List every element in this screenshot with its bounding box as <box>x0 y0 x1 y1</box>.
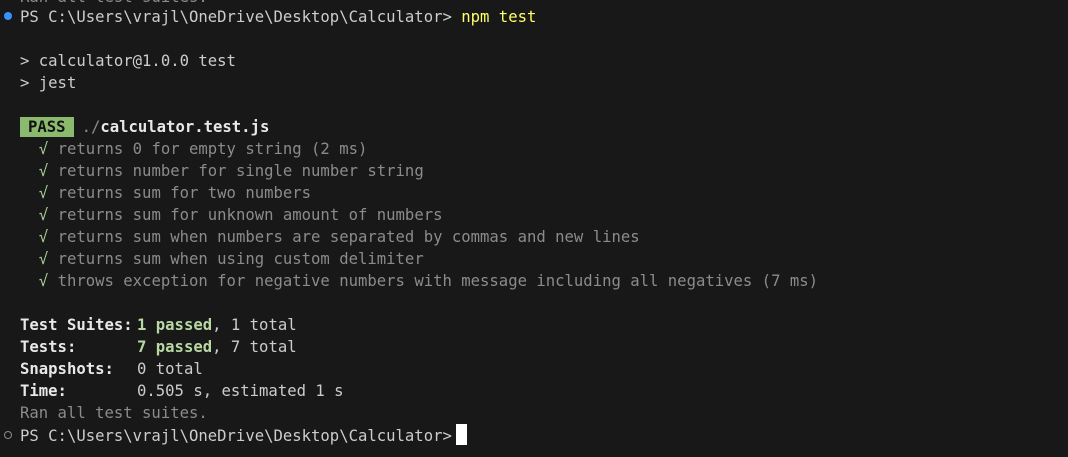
test-case-label: returns number for single number string <box>57 162 424 180</box>
test-case: √ returns sum when using custom delimite… <box>20 248 424 270</box>
summary-suites: Test Suites: 1 passed, 1 total <box>20 314 297 336</box>
check-icon: √ <box>38 206 49 224</box>
command-success-decoration-icon[interactable] <box>4 12 12 20</box>
test-file-result: PASS ./calculator.test.js <box>20 116 269 138</box>
check-icon: √ <box>38 162 49 180</box>
text-cursor <box>455 424 467 445</box>
summary-suites-passed: 1 passed <box>137 316 213 334</box>
test-case-label: returns 0 for empty string (2 ms) <box>57 140 368 158</box>
check-icon: √ <box>38 250 49 268</box>
prompt-line-2[interactable]: PS C:\Users\vrajl\OneDrive\Desktop\Calcu… <box>20 424 467 446</box>
summary-time-value: 0.505 s, estimated 1 s <box>137 382 344 400</box>
npm-script-command-line: > jest <box>20 74 77 92</box>
test-case: √ returns sum for unknown amount of numb… <box>20 204 443 226</box>
summary-tests-label: Tests: <box>20 338 77 356</box>
command-text: npm test <box>461 8 537 26</box>
test-case-label: returns sum when numbers are separated b… <box>57 228 640 246</box>
test-case: √ throws exception for negative numbers … <box>20 270 818 292</box>
test-case: √ returns sum for two numbers <box>20 182 311 204</box>
test-case: √ returns number for single number strin… <box>20 160 424 182</box>
check-icon: √ <box>38 272 49 290</box>
prompt-line-1: PS C:\Users\vrajl\OneDrive\Desktop\Calcu… <box>20 6 536 28</box>
command-pending-decoration-icon[interactable] <box>4 431 12 439</box>
check-icon: √ <box>38 140 49 158</box>
test-case-label: returns sum for unknown amount of number… <box>57 206 443 224</box>
summary-time: Time: 0.505 s, estimated 1 s <box>20 380 344 402</box>
summary-snapshots: Snapshots: 0 total <box>20 358 203 380</box>
prompt-path: PS C:\Users\vrajl\OneDrive\Desktop\Calcu… <box>20 427 452 445</box>
summary-ran-all: Ran all test suites. <box>20 404 208 422</box>
test-case-label: returns sum for two numbers <box>57 184 312 202</box>
prompt-path: PS C:\Users\vrajl\OneDrive\Desktop\Calcu… <box>20 8 452 26</box>
summary-snapshots-label: Snapshots: <box>20 360 114 378</box>
summary-snapshots-value: 0 total <box>137 360 203 378</box>
summary-suites-label: Test Suites: <box>20 316 133 334</box>
test-case: √ returns 0 for empty string (2 ms) <box>20 138 368 160</box>
npm-script-line: > calculator@1.0.0 test <box>20 52 236 70</box>
summary-tests: Tests: 7 passed, 7 total <box>20 336 297 358</box>
test-case-label: returns sum when using custom delimiter <box>57 250 424 268</box>
check-icon: √ <box>38 228 49 246</box>
test-file-name: calculator.test.js <box>100 118 270 136</box>
summary-time-label: Time: <box>20 382 67 400</box>
test-case-label: throws exception for negative numbers wi… <box>57 272 819 290</box>
terminal-output[interactable]: Ran all test suites. PS C:\Users\vrajl\O… <box>0 0 1068 457</box>
summary-tests-passed: 7 passed <box>137 338 213 356</box>
test-case: √ returns sum when numbers are separated… <box>20 226 640 248</box>
test-file-dir: ./ <box>81 118 101 136</box>
check-icon: √ <box>38 184 49 202</box>
pass-badge: PASS <box>20 117 74 137</box>
summary-suites-total: , 1 total <box>212 316 297 334</box>
summary-tests-total: , 7 total <box>212 338 297 356</box>
